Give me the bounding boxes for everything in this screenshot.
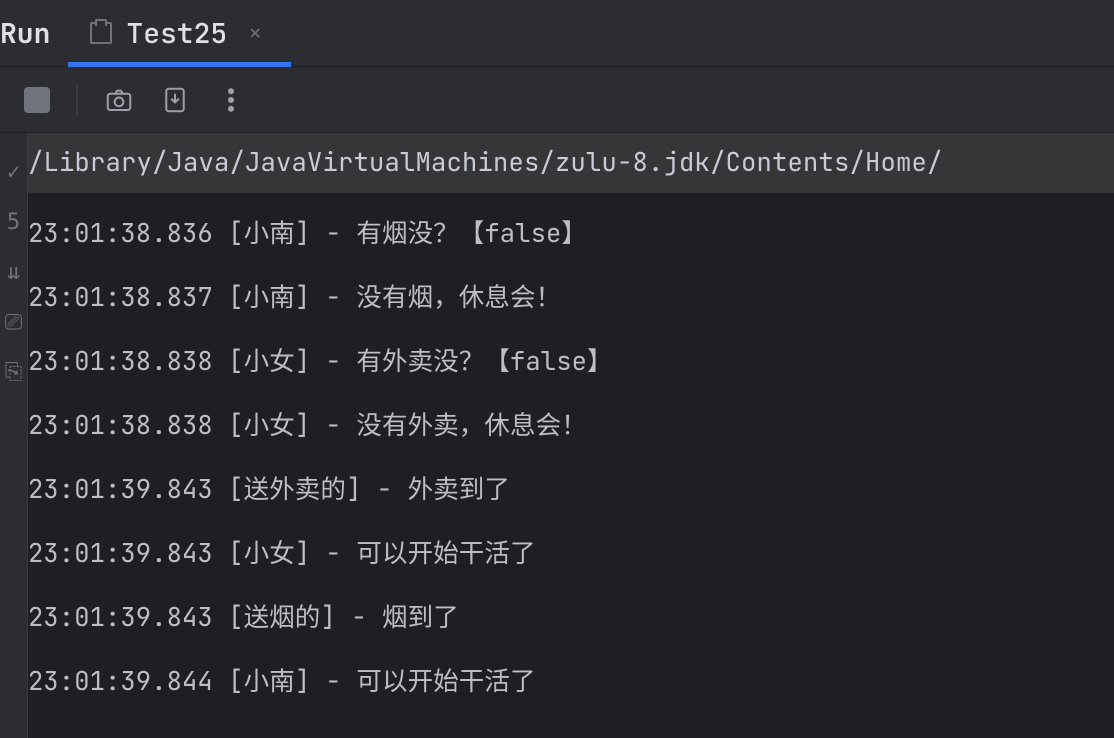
log-line: 23:01:39.843 [小女] - 可以开始干活了	[28, 521, 1114, 585]
more-button[interactable]	[216, 85, 246, 115]
log-line: 23:01:38.836 [小南] - 有烟没？【false】	[28, 201, 1114, 265]
run-tool-window-label[interactable]: Run	[0, 0, 68, 66]
tab-test25[interactable]: Test25 ×	[68, 0, 291, 66]
log-line: 23:01:38.838 [小女] - 没有外卖，休息会！	[28, 393, 1114, 457]
close-icon[interactable]: ×	[241, 19, 269, 47]
log-line: 23:01:39.843 [送外卖的] - 外卖到了	[28, 457, 1114, 521]
gutter-item-1[interactable]: 5	[3, 211, 25, 233]
stop-button[interactable]	[24, 87, 50, 113]
console-toolbar	[0, 67, 1114, 133]
console-output[interactable]: /Library/Java/JavaVirtualMachines/zulu-8…	[28, 133, 1114, 738]
command-line-text: /Library/Java/JavaVirtualMachines/zulu-8…	[28, 145, 943, 179]
log-lines: 23:01:38.836 [小南] - 有烟没？【false】 23:01:38…	[28, 201, 1114, 713]
gutter-glyph-3: ⎚	[5, 310, 23, 335]
log-line: 23:01:38.838 [小女] - 有外卖没？【false】	[28, 329, 1114, 393]
stop-icon	[24, 87, 50, 113]
command-line-row: /Library/Java/JavaVirtualMachines/zulu-8…	[28, 133, 1114, 193]
gutter-glyph-0: ✓	[7, 160, 20, 185]
gutter-glyph-2: ⇊	[7, 260, 20, 285]
gutter-glyph-4: ⎘	[5, 360, 23, 385]
toolbar-separator	[76, 84, 78, 116]
tab-bar: Run Test25 ×	[0, 0, 1114, 67]
tab-label: Test25	[126, 15, 227, 52]
log-line: 23:01:39.844 [小南] - 可以开始干活了	[28, 649, 1114, 713]
gutter-item-4[interactable]: ⎘	[3, 361, 25, 383]
kebab-icon	[216, 85, 246, 115]
run-label: Run	[0, 15, 50, 52]
gutter-item-0[interactable]: ✓	[3, 161, 25, 183]
gutter-glyph-1: 5	[7, 210, 20, 235]
console-gutter: ✓ 5 ⇊ ⎚ ⎘	[0, 133, 28, 738]
log-line: 23:01:39.843 [送烟的] - 烟到了	[28, 585, 1114, 649]
run-config-icon	[90, 22, 112, 44]
console-body: ✓ 5 ⇊ ⎚ ⎘ /Library/Java/JavaVirtualMachi…	[0, 133, 1114, 738]
export-button[interactable]	[160, 85, 190, 115]
export-icon	[160, 85, 190, 115]
camera-icon	[104, 85, 134, 115]
log-line: 23:01:38.837 [小南] - 没有烟，休息会！	[28, 265, 1114, 329]
gutter-item-3[interactable]: ⎚	[3, 311, 25, 333]
screenshot-button[interactable]	[104, 85, 134, 115]
gutter-item-2[interactable]: ⇊	[3, 261, 25, 283]
